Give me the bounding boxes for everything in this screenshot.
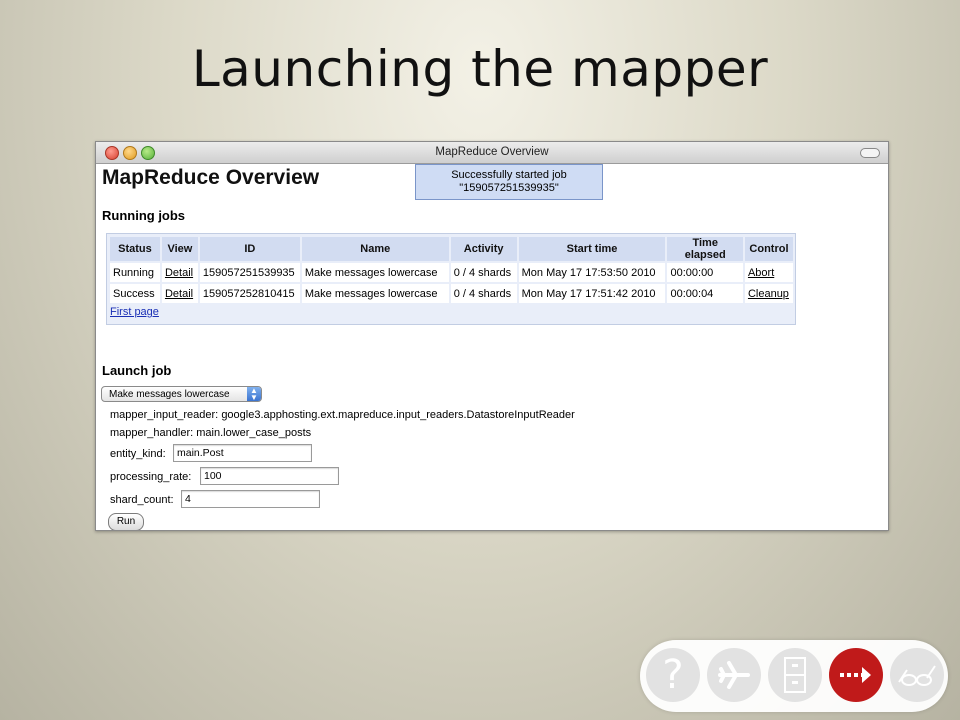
reader-label: mapper_input_reader: [110, 409, 219, 421]
slide-title: Launching the mapper [191, 40, 769, 98]
airplane-icon [718, 661, 750, 689]
table-row: Running Detail 159057251539935 Make mess… [110, 263, 793, 282]
select-arrows-icon: ▲ ▼ [247, 387, 261, 402]
detail-link[interactable]: Detail [161, 263, 198, 282]
job-id: 159057251539935 [199, 263, 300, 282]
abort-link[interactable]: Abort [744, 263, 793, 282]
detail-link[interactable]: Detail [161, 284, 198, 303]
handler-value: main.lower_case_posts [196, 427, 312, 439]
job-activity: 0 / 4 shards [450, 263, 517, 282]
slide-navigation-bar: ? [640, 640, 948, 712]
reader-row: mapper_input_reader: google3.apphosting.… [110, 409, 575, 421]
running-jobs-table: Status View ID Name Activity Start time … [108, 235, 795, 305]
job-name: Make messages lowercase [301, 263, 449, 282]
job-name: Make messages lowercase [301, 284, 449, 303]
column-header-control: Control [744, 237, 793, 261]
column-header-id: ID [199, 237, 300, 261]
cleanup-link[interactable]: Cleanup [744, 284, 793, 303]
processing-rate-label: processing_rate: [110, 471, 192, 483]
window-title: MapReduce Overview [435, 146, 549, 158]
notice-line-1: Successfully started job [451, 169, 567, 181]
job-status: Success [110, 284, 160, 303]
status-notice: Successfully started job "15905725153993… [415, 164, 603, 200]
toolbar-toggle-button[interactable] [860, 148, 880, 158]
help-button[interactable]: ? [646, 648, 700, 702]
run-button[interactable]: Run [108, 513, 144, 530]
forward-button[interactable] [829, 648, 883, 702]
window-titlebar: MapReduce Overview [96, 142, 888, 164]
table-row: Success Detail 159057252810415 Make mess… [110, 284, 793, 303]
column-header-name: Name [301, 237, 449, 261]
running-jobs-heading: Running jobs [102, 208, 186, 223]
question-icon: ? [662, 652, 684, 698]
cabinet-button[interactable] [768, 648, 822, 702]
glasses-button[interactable] [890, 648, 944, 702]
first-page-link[interactable]: First page [110, 306, 159, 318]
glasses-icon [898, 665, 936, 686]
handler-row: mapper_handler: main.lower_case_posts [110, 427, 311, 439]
notice-line-2: "159057251539935" [459, 182, 559, 194]
page-title: MapReduce Overview [102, 166, 320, 189]
job-start-time: Mon May 17 17:53:50 2010 [518, 263, 666, 282]
shard-count-input[interactable]: 4 [181, 490, 320, 508]
browser-window: MapReduce Overview MapReduce Overview Su… [95, 141, 889, 531]
job-time-elapsed: 00:00:00 [667, 263, 743, 282]
column-header-time-elapsed: Time elapsed [667, 237, 743, 261]
job-id: 159057252810415 [199, 284, 300, 303]
reader-value: google3.apphosting.ext.mapreduce.input_r… [221, 409, 575, 421]
forward-arrow-icon [840, 667, 871, 683]
running-jobs-panel: Status View ID Name Activity Start time … [106, 233, 796, 325]
table-header-row: Status View ID Name Activity Start time … [110, 237, 793, 261]
airplane-button[interactable] [707, 648, 761, 702]
processing-rate-input[interactable]: 100 [200, 467, 339, 485]
launch-job-heading: Launch job [102, 363, 172, 378]
job-select-value: Make messages lowercase [109, 389, 230, 400]
cabinet-icon [784, 657, 806, 693]
handler-label: mapper_handler: [110, 427, 194, 439]
column-header-view: View [161, 237, 198, 261]
job-status: Running [110, 263, 160, 282]
entity-kind-label: entity_kind: [110, 448, 166, 460]
job-time-elapsed: 00:00:04 [667, 284, 743, 303]
job-activity: 0 / 4 shards [450, 284, 517, 303]
column-header-start-time: Start time [518, 237, 666, 261]
job-start-time: Mon May 17 17:51:42 2010 [518, 284, 666, 303]
entity-kind-input[interactable]: main.Post [173, 444, 312, 462]
column-header-activity: Activity [450, 237, 517, 261]
shard-count-label: shard_count: [110, 494, 174, 506]
job-select[interactable]: Make messages lowercase ▲ ▼ [101, 386, 262, 402]
column-header-status: Status [110, 237, 160, 261]
